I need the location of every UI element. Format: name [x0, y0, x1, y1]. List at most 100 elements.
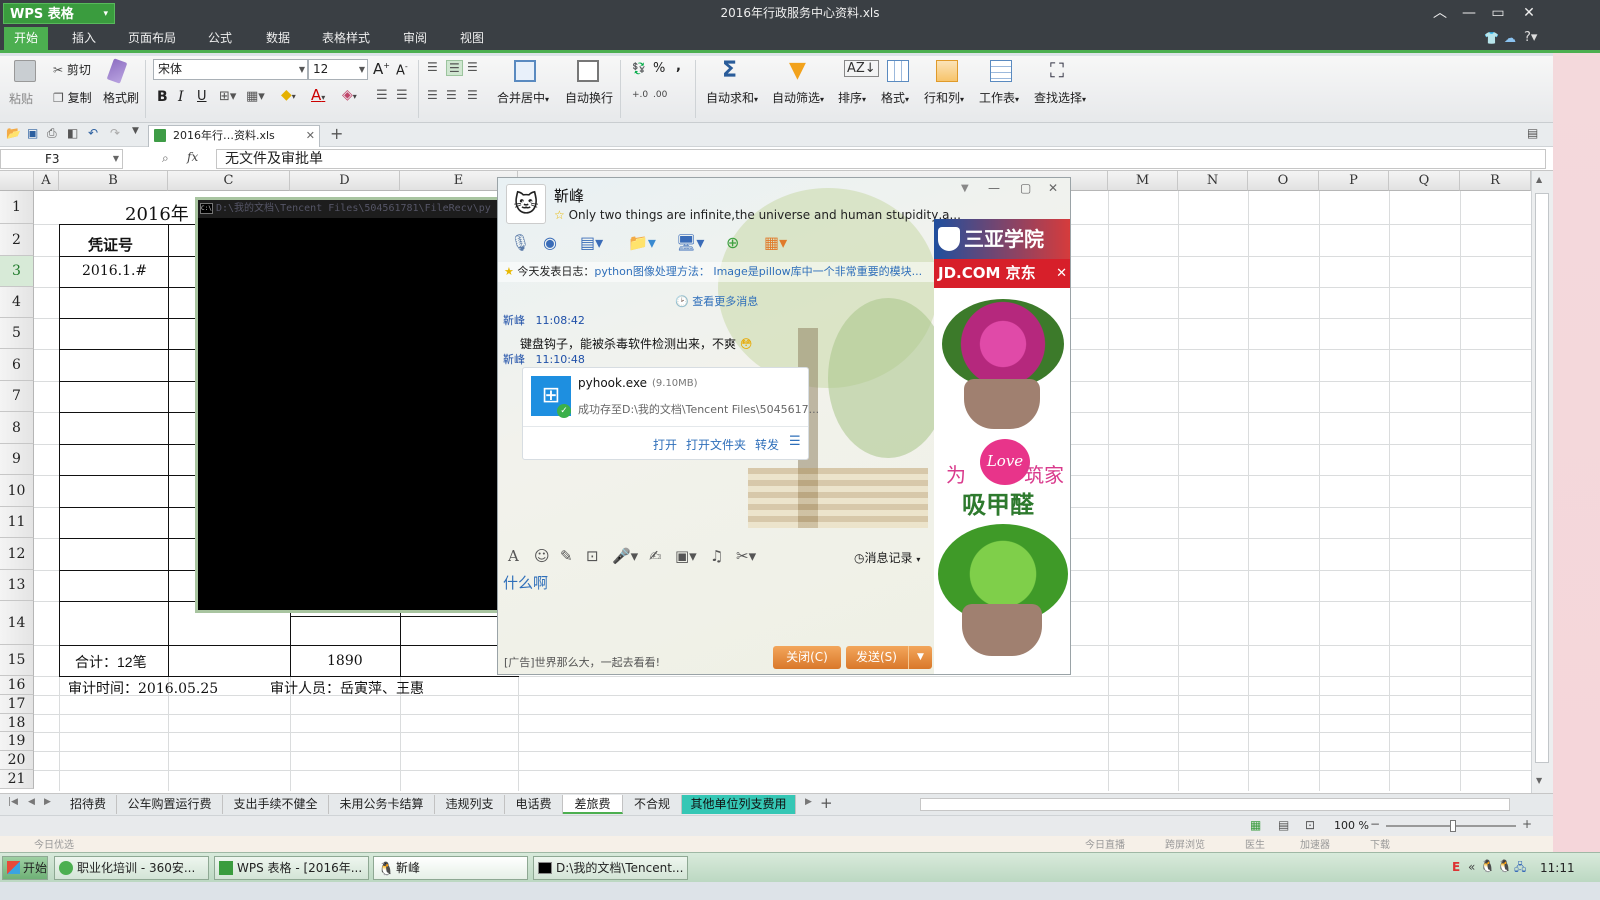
document-tab[interactable]: 2016年行…资料.xls ✕: [148, 125, 320, 147]
menu-view[interactable]: 视图: [450, 27, 494, 50]
row-header-14[interactable]: 14: [0, 601, 34, 645]
row-header-17[interactable]: 17: [0, 695, 34, 714]
blog-update-bar[interactable]: ★ 今天发表日志：python图像处理方法： Image是pillow库中一个非…: [498, 262, 934, 282]
currency-icon[interactable]: 💱: [632, 62, 646, 75]
open-icon[interactable]: 📂: [6, 126, 21, 140]
vertical-scrollbar[interactable]: ▲ ▼: [1531, 171, 1553, 793]
message-history-button[interactable]: ◷消息记录 ▾: [854, 549, 920, 566]
row-header-8[interactable]: 8: [0, 412, 34, 444]
apps-icon[interactable]: ▦▾: [764, 233, 787, 252]
maximize-button[interactable]: ▭: [1485, 3, 1511, 23]
font-name-select[interactable]: 宋体 ▼: [153, 59, 308, 80]
total-label-cell[interactable]: 合计：12笔: [75, 652, 147, 672]
column-header-o[interactable]: O: [1248, 171, 1319, 191]
scrollbar-thumb[interactable]: [1535, 193, 1549, 763]
console-window[interactable]: C:\ D:\我的文档\Tencent Files\504561781\File…: [195, 197, 500, 613]
blog-link[interactable]: python图像处理方法： Image是pillow库中一个非常重要的模块...: [594, 265, 922, 278]
worksheet-button[interactable]: 工作表▾: [979, 89, 1019, 106]
increase-decimal-icon[interactable]: +.0: [632, 90, 648, 100]
menu-formulas[interactable]: 公式: [198, 27, 242, 50]
column-header-m[interactable]: M: [1108, 171, 1178, 191]
row-header-19[interactable]: 19: [0, 732, 34, 751]
sheet-tab[interactable]: 未用公务卡结算: [329, 795, 435, 814]
print-icon[interactable]: ⎙: [47, 126, 57, 141]
file-name[interactable]: pyhook.exe: [578, 376, 647, 390]
taskbar-item[interactable]: D:\我的文档\Tencent...: [533, 856, 688, 880]
edit-icon[interactable]: ✍: [649, 547, 662, 565]
news-item[interactable]: 加速器: [1300, 836, 1330, 851]
console-title-bar[interactable]: C:\ D:\我的文档\Tencent Files\504561781\File…: [198, 200, 497, 218]
redo-icon[interactable]: ↷: [110, 126, 120, 140]
zoom-level[interactable]: 100 %: [1334, 819, 1369, 832]
send-button[interactable]: 发送(S) ▼: [846, 646, 932, 669]
row-header-12[interactable]: 12: [0, 538, 34, 570]
row-header-21[interactable]: 21: [0, 770, 34, 789]
menu-home[interactable]: 开始: [4, 27, 49, 50]
align-bottom-icon[interactable]: ☰: [467, 60, 478, 74]
screenshot-icon[interactable]: ✂▾: [736, 547, 756, 565]
open-folder-link[interactable]: 打开文件夹: [686, 436, 746, 453]
create-group-icon[interactable]: ⊕: [726, 233, 739, 252]
wrap-text-button[interactable]: 自动换行: [565, 89, 613, 106]
clock[interactable]: 11:11: [1540, 861, 1575, 875]
zoom-slider-thumb[interactable]: [1450, 820, 1456, 832]
first-sheet-icon[interactable]: |◀: [8, 797, 18, 807]
column-header-b[interactable]: B: [59, 171, 168, 191]
align-center-icon[interactable]: ☰: [446, 88, 457, 102]
sheet-title-cell[interactable]: 2016年: [125, 200, 189, 226]
start-button[interactable]: 开始: [2, 856, 48, 880]
news-item[interactable]: 今日直播: [1085, 836, 1125, 851]
align-middle-icon[interactable]: ☰: [446, 60, 463, 76]
minimize-button[interactable]: —: [988, 181, 1000, 195]
sheet-tab[interactable]: 公车购置运行费: [117, 795, 223, 814]
font-size-select[interactable]: 12 ▼: [308, 59, 368, 80]
close-ad-icon[interactable]: ✕: [1056, 259, 1067, 288]
percent-button[interactable]: %: [653, 61, 665, 76]
underline-icon[interactable]: U: [197, 89, 207, 104]
ad-jd-banner[interactable]: JD.COM 京东 ✕: [934, 259, 1070, 288]
column-header-r[interactable]: R: [1460, 171, 1531, 191]
row-header-20[interactable]: 20: [0, 751, 34, 770]
share-screen-icon[interactable]: ▤▾: [580, 233, 603, 252]
column-header-c[interactable]: C: [168, 171, 290, 191]
wps-menu-button[interactable]: WPS 表格 ▾: [3, 3, 115, 24]
help-icon[interactable]: ?▾: [1524, 30, 1537, 45]
comma-button[interactable]: ,: [676, 59, 681, 74]
scroll-up-icon[interactable]: ▲: [1536, 175, 1542, 184]
chevron-down-icon[interactable]: ▼: [961, 183, 969, 194]
nudge-icon[interactable]: ✎: [560, 547, 573, 565]
fill-color-icon[interactable]: ◆▾: [281, 87, 296, 103]
close-button[interactable]: ✕: [1048, 181, 1058, 195]
select-all-corner[interactable]: [0, 171, 34, 191]
autofilter-button[interactable]: 自动筛选▾: [772, 89, 824, 106]
row-header-5[interactable]: 5: [0, 318, 34, 349]
sheet-tab[interactable]: 其他单位列支费用: [682, 795, 796, 814]
sheet-tab[interactable]: 招待费: [60, 795, 117, 814]
decrease-decimal-icon[interactable]: .00: [653, 90, 667, 100]
row-header-3[interactable]: 3: [0, 256, 34, 287]
format-painter-button[interactable]: 格式刷: [103, 89, 139, 106]
music-icon[interactable]: ♫: [710, 547, 723, 565]
copy-button[interactable]: ❐ 复制: [53, 89, 92, 106]
news-item[interactable]: 医生: [1245, 836, 1265, 851]
emoji-picker-icon[interactable]: ☺: [534, 547, 550, 565]
news-item[interactable]: 下载: [1370, 836, 1390, 851]
sheet-tab[interactable]: 不合规: [623, 795, 682, 814]
border-icon[interactable]: ⊞▾: [219, 89, 236, 104]
send-file-icon[interactable]: 📁▾: [628, 233, 656, 252]
cut-button[interactable]: ✂ 剪切: [53, 61, 91, 78]
close-chat-button[interactable]: 关闭(C): [773, 646, 841, 669]
voice-message-icon[interactable]: 🎤▾: [612, 547, 638, 565]
sheet-tab[interactable]: 支出手续不健全: [223, 795, 329, 814]
prev-sheet-icon[interactable]: ◀: [28, 797, 35, 807]
row-header-18[interactable]: 18: [0, 714, 34, 732]
increase-font-icon[interactable]: A+: [373, 60, 390, 78]
more-messages-link[interactable]: 🕑 查看更多消息: [675, 293, 758, 309]
paste-button[interactable]: 粘贴: [9, 90, 33, 107]
rows-cols-button[interactable]: 行和列▾: [924, 89, 964, 106]
news-left-text[interactable]: 今日优选: [34, 836, 74, 851]
sheet-tab[interactable]: 违规列支: [435, 795, 505, 814]
row-header-4[interactable]: 4: [0, 287, 34, 318]
header-cell-voucher[interactable]: 凭证号: [88, 234, 133, 255]
indent-icon[interactable]: ☰: [396, 88, 408, 103]
